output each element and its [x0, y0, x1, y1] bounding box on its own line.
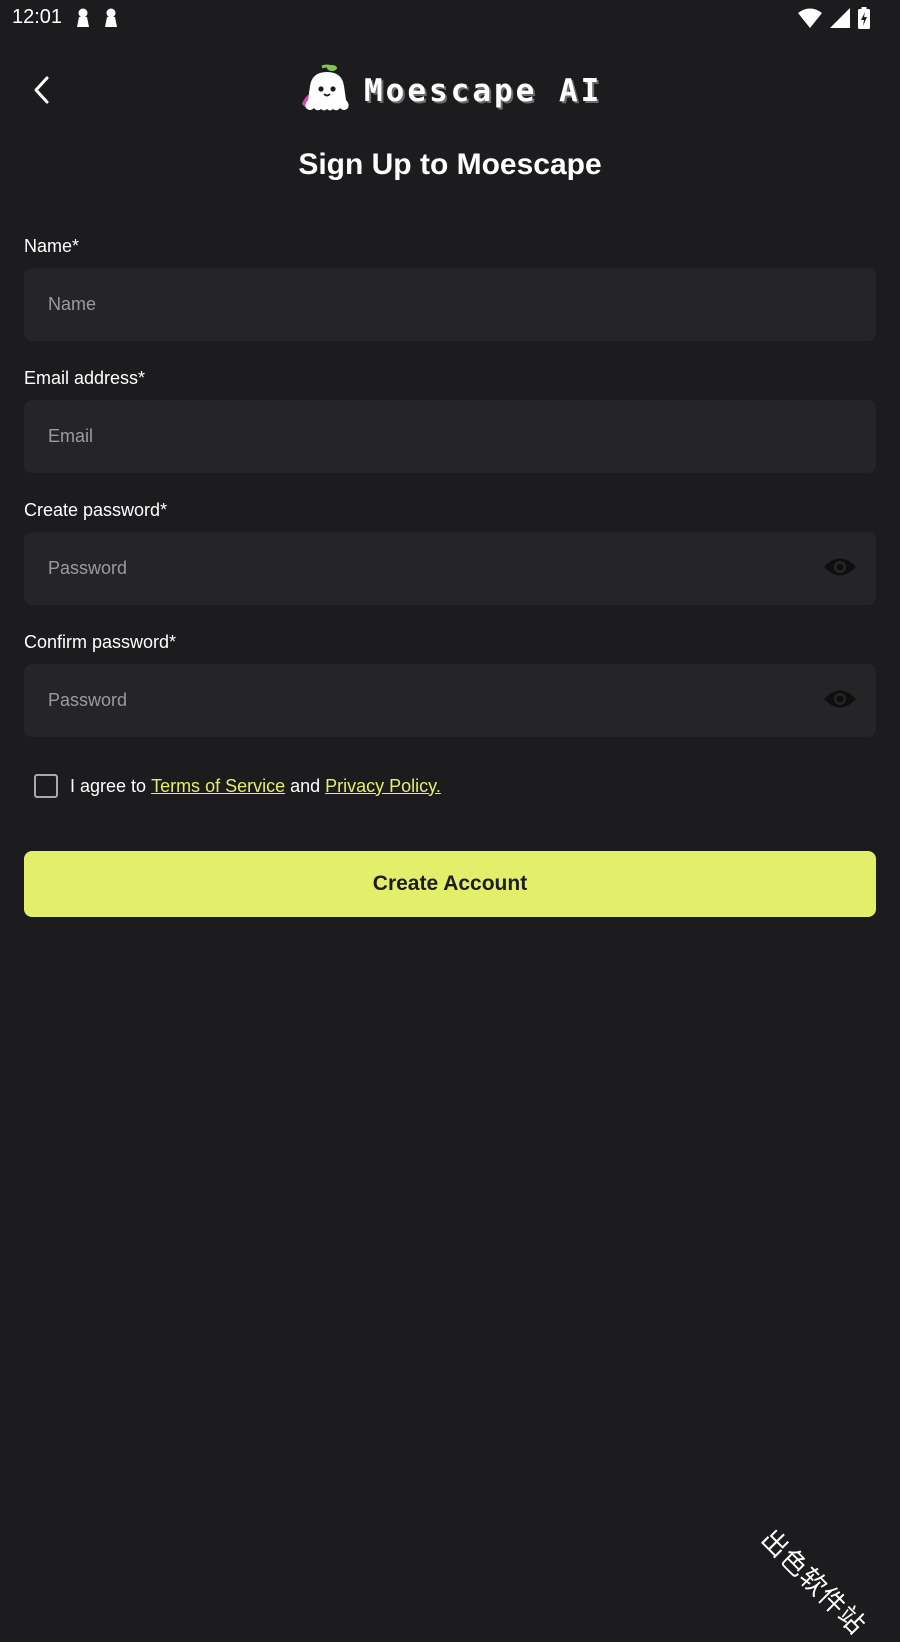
- privacy-policy-link[interactable]: Privacy Policy.: [325, 776, 441, 797]
- create-password-input[interactable]: [24, 532, 876, 605]
- chevron-left-icon: [32, 75, 52, 110]
- name-field-container: [24, 268, 876, 341]
- eye-icon: [823, 556, 857, 583]
- battery-charging-icon: [858, 7, 870, 34]
- email-input[interactable]: [24, 400, 876, 473]
- name-input[interactable]: [24, 268, 876, 341]
- show-password-toggle[interactable]: [822, 554, 858, 584]
- ghost-mascot-icon: [300, 64, 354, 119]
- confirm-password-label: Confirm password*: [24, 632, 177, 652]
- agreement-row: I agree to Terms of Service and Privacy …: [34, 771, 441, 801]
- status-time: 12:01: [12, 6, 63, 28]
- email-field-container: [24, 400, 876, 473]
- eye-icon: [823, 688, 857, 715]
- status-notification-icons: [76, 8, 118, 33]
- back-button[interactable]: [22, 72, 62, 112]
- create-password-field-container: [24, 532, 876, 605]
- show-confirm-password-toggle[interactable]: [822, 686, 858, 716]
- confirm-password-input[interactable]: [24, 664, 876, 737]
- agreement-prefix: I agree to: [70, 775, 152, 796]
- signal-icon: [830, 8, 850, 33]
- confirm-password-field-container: [24, 664, 876, 737]
- create-account-button[interactable]: Create Account: [24, 851, 876, 917]
- watermark-text: 出色软件站: [754, 1524, 872, 1641]
- terms-of-service-link[interactable]: Terms of Service: [151, 776, 285, 797]
- email-label: Email address*: [24, 368, 146, 388]
- create-password-label: Create password*: [24, 500, 168, 520]
- agree-checkbox[interactable]: [34, 774, 58, 798]
- wifi-icon: [798, 8, 822, 33]
- name-label: Name*: [24, 236, 80, 256]
- notification-icon: [76, 8, 90, 33]
- logo-text: Moescape AI: [364, 73, 603, 109]
- agreement-middle: and: [285, 775, 326, 796]
- status-bar: 12:01: [0, 0, 900, 38]
- app-logo: Moescape AI: [300, 64, 602, 118]
- status-system-icons: [798, 7, 870, 34]
- page-title: Sign Up to Moescape: [298, 148, 602, 181]
- notification-icon: [104, 8, 118, 33]
